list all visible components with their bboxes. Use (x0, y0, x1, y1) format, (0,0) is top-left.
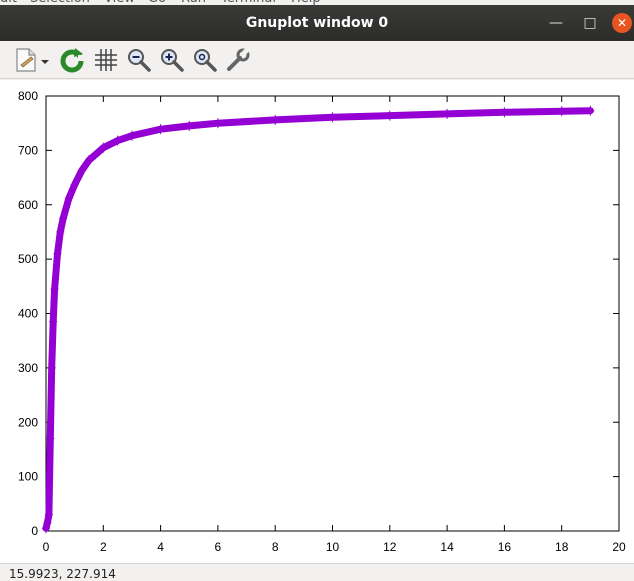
x-tick-label: 8 (272, 540, 279, 554)
status-bar: 15.9923, 227.914 (0, 563, 634, 581)
window-title: Gnuplot window 0 (245, 15, 389, 31)
close-icon[interactable]: ✕ (612, 13, 632, 33)
y-tick-label: 400 (18, 307, 38, 321)
y-tick-label: 0 (31, 524, 38, 538)
plot-border (45, 95, 620, 532)
y-tick-label: 300 (18, 361, 38, 375)
settings-wrench-icon[interactable] (224, 46, 252, 74)
export-icon[interactable] (12, 46, 40, 74)
toolbar (0, 41, 634, 79)
x-tick-label: 20 (612, 540, 626, 554)
minimize-icon[interactable]: — (546, 13, 566, 33)
y-tick-label: 100 (18, 470, 38, 484)
x-tick-label: 14 (440, 540, 454, 554)
x-tick-label: 16 (498, 540, 512, 554)
zoom-out-icon[interactable] (125, 46, 153, 74)
zoom-in-icon[interactable] (158, 46, 186, 74)
data-series-line (42, 107, 594, 532)
unzoom-icon[interactable] (191, 46, 219, 74)
grid-icon[interactable] (92, 46, 120, 74)
y-tick-label: 700 (18, 143, 38, 157)
x-tick-label: 12 (383, 540, 397, 554)
x-tick-label: 18 (555, 540, 569, 554)
x-tick-label: 10 (326, 540, 340, 554)
mouse-coordinates: 15.9923, 227.914 (9, 567, 116, 581)
window-titlebar[interactable]: Gnuplot window 0 — □ ✕ (0, 5, 634, 41)
dropdown-arrow-icon[interactable] (38, 46, 52, 74)
chart-svg: 0 2 4 6 8 10 12 14 16 18 2001002003004005006007008… (18, 89, 626, 554)
x-tick-label: 4 (157, 540, 164, 554)
plot-canvas[interactable]: 0 2 4 6 8 10 12 14 16 18 20 0 100 200 300 400 500 600 700 8… (0, 80, 634, 563)
x-tick-label: 0 (43, 540, 50, 554)
y-tick-label: 600 (18, 198, 38, 212)
y-tick-label: 500 (18, 252, 38, 266)
x-tick-label: 2 (100, 540, 107, 554)
replot-icon[interactable] (58, 46, 86, 74)
y-tick-label: 800 (18, 89, 38, 103)
y-tick-label: 200 (18, 415, 38, 429)
x-tick-label: 6 (215, 540, 222, 554)
maximize-icon[interactable]: □ (580, 13, 600, 33)
